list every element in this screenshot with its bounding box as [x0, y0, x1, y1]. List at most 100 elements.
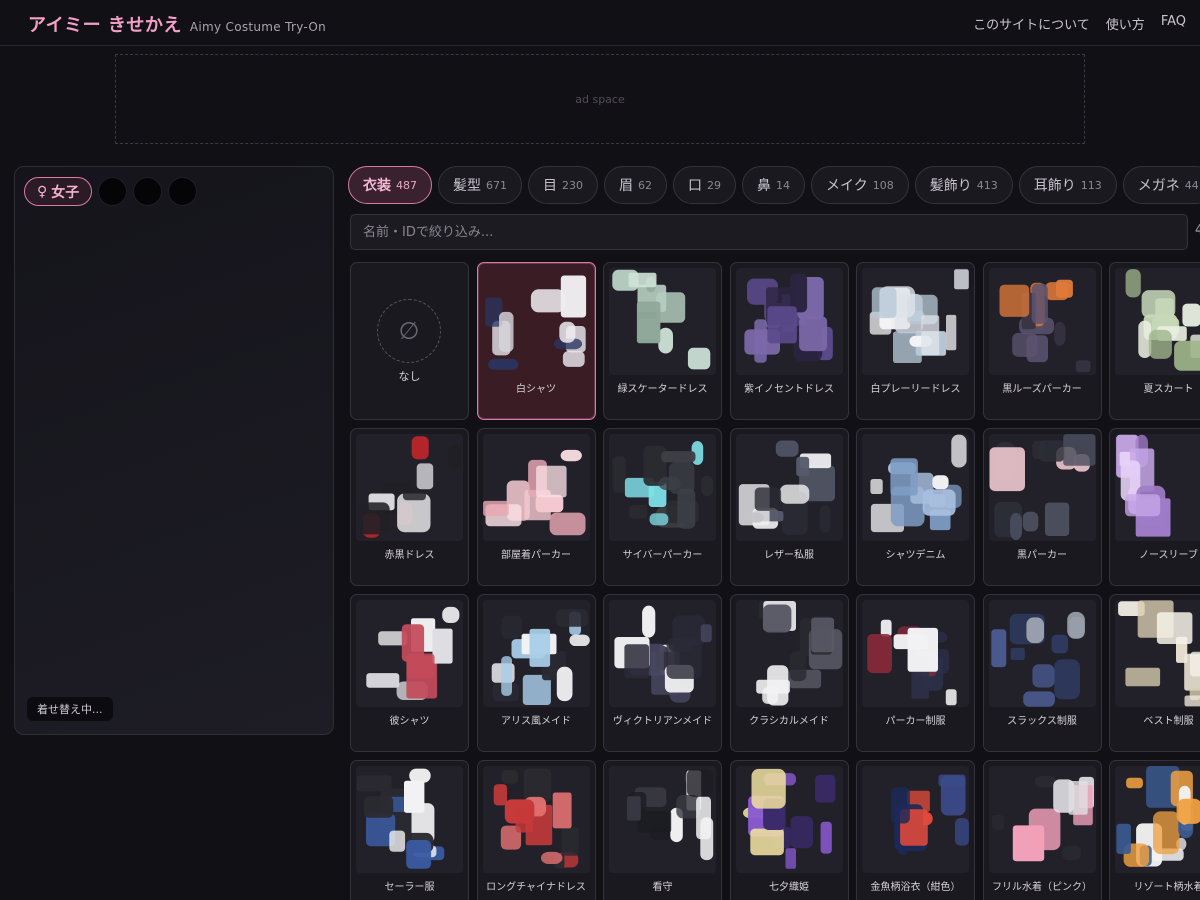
- item-card[interactable]: リゾート柄水着: [1109, 760, 1200, 900]
- texture-piece: [955, 818, 969, 846]
- texture-piece: [1141, 290, 1176, 319]
- texture-piece: [1153, 811, 1180, 855]
- nav-howto-link[interactable]: 使い方: [1106, 14, 1145, 33]
- item-card-none[interactable]: ∅ なし: [350, 262, 469, 420]
- item-card[interactable]: 七夕織姫: [729, 760, 849, 900]
- item-card[interactable]: 看守: [603, 760, 722, 900]
- item-card[interactable]: 白プレーリードレス: [856, 262, 975, 420]
- nav-about-link[interactable]: このサイトについて: [973, 14, 1090, 33]
- item-thumbnail: [482, 268, 590, 375]
- item-card-label: ノースリーブ: [1139, 550, 1198, 561]
- texture-piece: [359, 502, 390, 535]
- item-card[interactable]: パーカー制服: [856, 594, 975, 752]
- item-card[interactable]: 緑スケータードレス: [603, 262, 722, 420]
- item-card[interactable]: ロングチャイナドレス: [476, 760, 596, 900]
- item-card[interactable]: レザー私服: [729, 428, 849, 586]
- texture-piece: [562, 351, 585, 367]
- item-card[interactable]: 赤黒ドレス: [350, 428, 469, 586]
- item-card-label: パーカー制服: [885, 716, 946, 727]
- item-card[interactable]: アリス風メイド: [476, 594, 596, 752]
- category-tab[interactable]: 目 230: [528, 166, 598, 204]
- category-tab[interactable]: 眉 62: [604, 166, 667, 204]
- item-card[interactable]: 白シャツ: [476, 262, 596, 420]
- category-tab-count: 29: [707, 178, 721, 192]
- item-card-label: 黒ルーズパーカー: [1002, 384, 1082, 395]
- item-card[interactable]: ノースリーブ: [1109, 428, 1200, 586]
- item-card[interactable]: シャツデニム: [856, 428, 975, 586]
- item-thumbnail: [862, 600, 969, 707]
- category-tab[interactable]: 鼻 14: [742, 166, 805, 204]
- item-thumbnail: [735, 268, 843, 375]
- texture-piece: [785, 848, 796, 869]
- category-tab[interactable]: 髪飾り 413: [914, 166, 1013, 204]
- texture-piece: [1025, 617, 1044, 644]
- item-card[interactable]: フリル水着（ピンク）: [982, 760, 1102, 900]
- texture-piece: [819, 505, 830, 533]
- site-title[interactable]: アイミー きせかえ: [28, 11, 182, 37]
- texture-piece: [442, 606, 460, 623]
- item-card-label: 金魚柄浴衣（紺色）: [870, 882, 961, 893]
- item-card[interactable]: 彼シャツ: [350, 594, 469, 752]
- item-card-label: シャツデニム: [885, 550, 946, 561]
- item-card[interactable]: ヴィクトリアンメイド: [603, 594, 722, 752]
- texture-piece: [951, 434, 967, 468]
- gender-female-chip[interactable]: ♀ 女子: [24, 177, 93, 206]
- costume-texture-thumbnail: [1116, 766, 1200, 867]
- item-card-label: アリス風メイド: [501, 716, 571, 727]
- gender-option-2[interactable]: [98, 177, 128, 206]
- item-card[interactable]: 部屋着パーカー: [476, 428, 596, 586]
- gender-option-3[interactable]: [133, 177, 163, 206]
- result-count: 4: [1195, 223, 1200, 238]
- item-card[interactable]: サイバーパーカー: [603, 428, 722, 586]
- costume-texture-thumbnail: [742, 768, 835, 869]
- texture-piece: [530, 289, 565, 313]
- costume-texture-thumbnail: [990, 611, 1085, 707]
- texture-piece: [1010, 647, 1025, 660]
- texture-piece: [1062, 845, 1081, 861]
- texture-piece: [629, 505, 648, 519]
- category-tab-label: メガネ: [1137, 178, 1180, 194]
- nav-faq-link[interactable]: FAQ: [1161, 14, 1186, 33]
- texture-piece: [940, 775, 966, 816]
- texture-piece: [540, 851, 562, 864]
- category-tab-label: 鼻: [757, 178, 771, 194]
- item-card-label: 部屋着パーカー: [501, 550, 571, 561]
- costume-texture-thumbnail: [1125, 269, 1200, 371]
- costume-texture-thumbnail: [493, 768, 579, 869]
- texture-piece: [820, 821, 832, 854]
- item-card[interactable]: クラシカルメイド: [729, 594, 849, 752]
- texture-piece: [810, 617, 834, 653]
- item-card[interactable]: スラックス制服: [982, 594, 1102, 752]
- texture-piece: [1190, 651, 1200, 677]
- category-tab[interactable]: メガネ 44: [1122, 166, 1200, 204]
- item-card[interactable]: セーラー服: [350, 760, 469, 900]
- item-card[interactable]: 黒パーカー: [982, 428, 1102, 586]
- category-tab-label: 眉: [619, 178, 633, 194]
- item-card[interactable]: 金魚柄浴衣（紺色）: [856, 760, 975, 900]
- texture-piece: [561, 827, 579, 856]
- filter-search-input[interactable]: [350, 214, 1188, 250]
- category-tab-label: 髪飾り: [929, 178, 972, 194]
- item-card-label: ヴィクトリアンメイド: [612, 716, 713, 727]
- texture-piece: [1176, 798, 1200, 824]
- texture-piece: [753, 319, 767, 363]
- item-card[interactable]: 黒ルーズパーカー: [982, 262, 1102, 420]
- item-card-label: ベスト制服: [1143, 716, 1194, 727]
- texture-piece: [989, 447, 1025, 492]
- texture-piece: [498, 311, 513, 352]
- category-tab[interactable]: 髪型 671: [438, 166, 522, 204]
- item-thumbnail: [1115, 434, 1200, 541]
- brand[interactable]: アイミー きせかえ Aimy Costume Try-On: [28, 11, 326, 37]
- item-thumbnail: [862, 434, 969, 541]
- item-card[interactable]: ベスト制服: [1109, 594, 1200, 752]
- category-tab-label: 目: [543, 178, 557, 194]
- category-tab[interactable]: メイク 108: [811, 166, 909, 204]
- costume-texture-thumbnail: [869, 269, 969, 363]
- category-tab[interactable]: 耳飾り 113: [1018, 166, 1117, 204]
- category-tab[interactable]: 衣装 487: [348, 166, 432, 204]
- item-card[interactable]: 紫イノセントドレス: [729, 262, 849, 420]
- item-card[interactable]: 夏スカート: [1109, 262, 1200, 420]
- gender-option-4[interactable]: [168, 177, 198, 206]
- texture-piece: [880, 619, 892, 637]
- category-tab[interactable]: 口 29: [673, 166, 736, 204]
